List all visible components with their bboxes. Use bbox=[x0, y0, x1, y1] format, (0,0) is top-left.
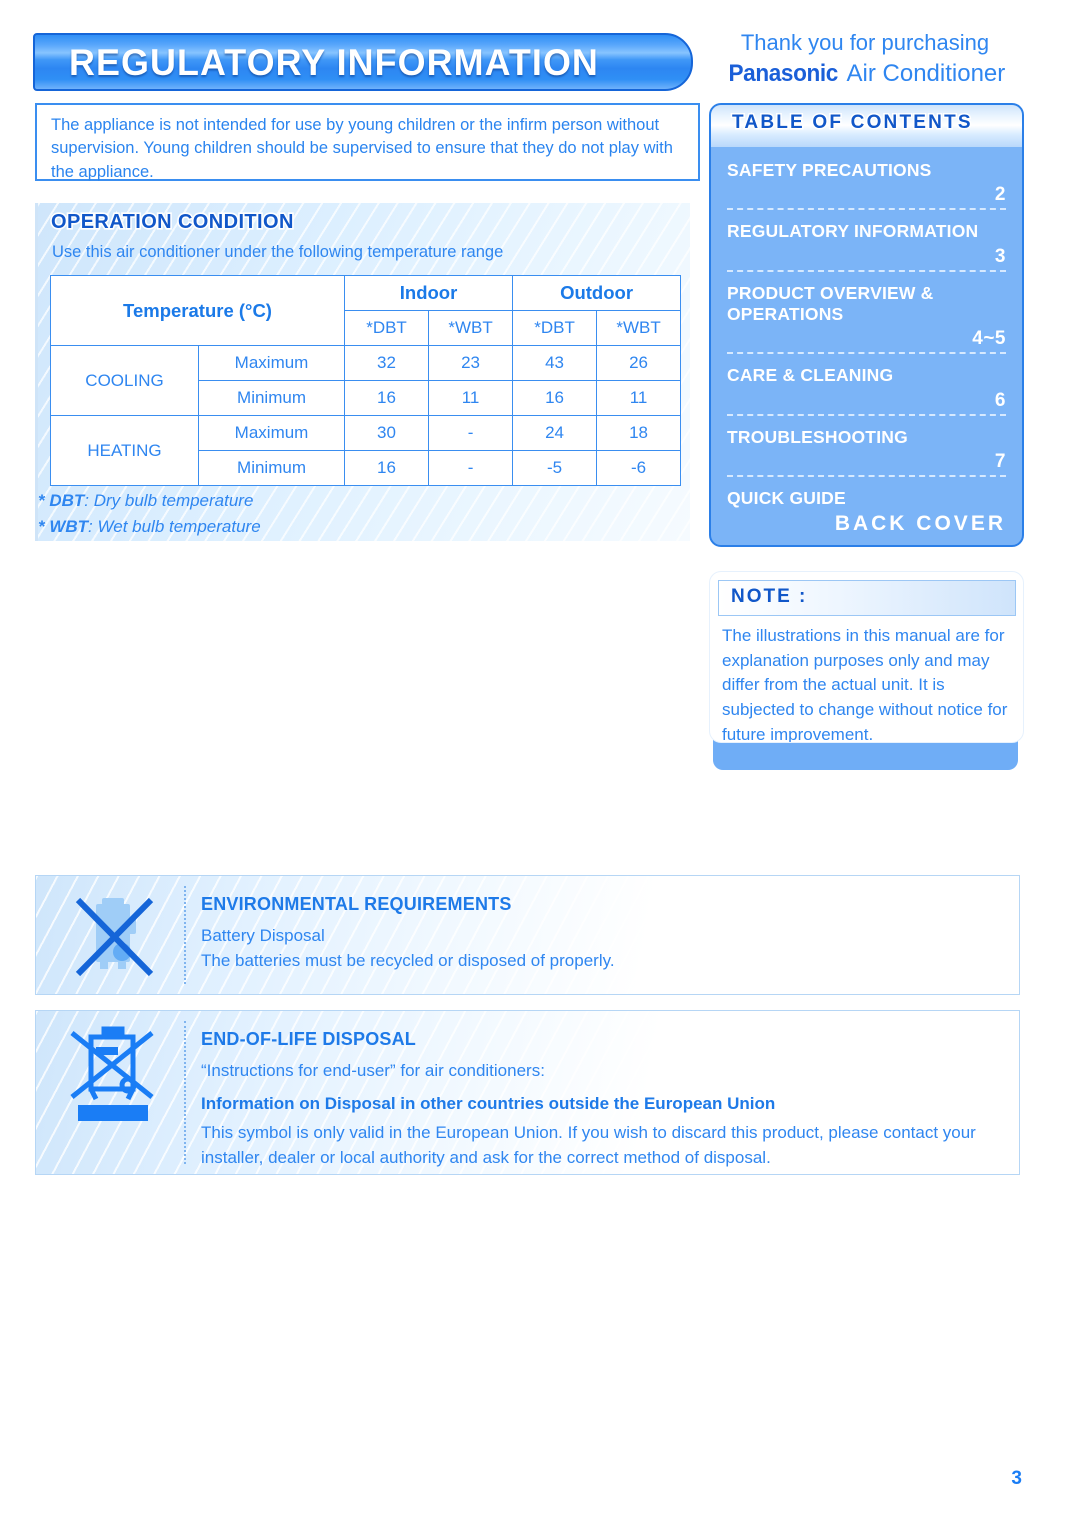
panel-divider bbox=[184, 1021, 186, 1164]
cell: -5 bbox=[512, 450, 598, 486]
warning-text: The appliance is not intended for use by… bbox=[51, 116, 673, 181]
temperature-header: Temperature (°C) bbox=[49, 275, 346, 346]
toc-item-page: 2 bbox=[994, 184, 1006, 206]
operation-condition-subtitle: Use this air conditioner under the follo… bbox=[52, 243, 504, 261]
mode-cooling: COOLING bbox=[50, 345, 199, 416]
note-title: NOTE : bbox=[731, 586, 808, 607]
end-of-life-body: This symbol is only valid in the Europea… bbox=[201, 1123, 976, 1167]
operation-condition-title: OPERATION CONDITION bbox=[49, 209, 295, 234]
toc-item-regulatory-information[interactable]: REGULATORY INFORMATION 3 bbox=[727, 210, 1006, 272]
toc-item-care-cleaning[interactable]: CARE & CLEANING 6 bbox=[727, 354, 1006, 416]
environmental-content: ENVIRONMENTAL REQUIREMENTS Battery Dispo… bbox=[201, 894, 1005, 973]
indoor-header: Indoor bbox=[344, 275, 514, 311]
toc-list: SAFETY PRECAUTIONS 2 REGULATORY INFORMAT… bbox=[711, 149, 1022, 540]
crossed-out-battery-bin-icon bbox=[56, 890, 171, 985]
weee-crossed-out-wheelie-bin-icon bbox=[56, 1019, 171, 1129]
mode-heating: HEATING bbox=[50, 415, 199, 486]
table-footnotes: * DBT: Dry bulb temperature * WBT: Wet b… bbox=[38, 488, 261, 539]
toc-item-page: BACK COVER bbox=[834, 512, 1006, 536]
panel-divider bbox=[184, 886, 186, 984]
cell: 32 bbox=[344, 345, 430, 381]
toc-item-label: SAFETY PRECAUTIONS bbox=[727, 160, 932, 180]
toc-item-page: 6 bbox=[994, 389, 1006, 411]
cell: 11 bbox=[596, 380, 682, 416]
page-title: REGULATORY INFORMATION bbox=[69, 42, 599, 83]
row-label: Minimum bbox=[197, 380, 346, 416]
toc-item-label: CARE & CLEANING bbox=[727, 365, 894, 386]
cell: 24 bbox=[512, 415, 598, 451]
footnote-dbt: * DBT: Dry bulb temperature bbox=[38, 488, 261, 514]
table-header-row: Temperature (°C) Indoor Outdoor bbox=[49, 275, 682, 346]
table-of-contents-panel: TABLE OF CONTENTS SAFETY PRECAUTIONS 2 R… bbox=[709, 103, 1024, 547]
product-name: Air Conditioner bbox=[841, 59, 1006, 87]
cell: -6 bbox=[596, 450, 682, 486]
cell: 11 bbox=[428, 380, 514, 416]
footnote-wbt: * WBT: Wet bulb temperature bbox=[38, 514, 261, 540]
cell: 43 bbox=[512, 345, 598, 381]
toc-item-quick-guide[interactable]: QUICK GUIDE BACK COVER bbox=[727, 477, 1006, 540]
cell: 18 bbox=[596, 415, 682, 451]
environmental-requirements-panel: ENVIRONMENTAL REQUIREMENTS Battery Dispo… bbox=[35, 875, 1020, 995]
toc-item-label: QUICK GUIDE bbox=[727, 488, 846, 509]
outdoor-header: Outdoor bbox=[512, 275, 682, 311]
footnote-meaning: Wet bulb temperature bbox=[92, 516, 261, 536]
table-row: COOLING Maximum 32 23 43 26 bbox=[50, 345, 682, 416]
table-row: HEATING Maximum 30 - 24 18 bbox=[50, 415, 682, 486]
cell: 26 bbox=[596, 345, 682, 381]
note-panel: NOTE : The illustrations in this manual … bbox=[709, 571, 1024, 743]
toc-item-troubleshooting[interactable]: TROUBLESHOOTING 7 bbox=[727, 416, 1006, 478]
thank-you-header: Thank you for purchasing Panasonic Air C… bbox=[700, 30, 1030, 88]
note-text: The illustrations in this manual are for… bbox=[722, 626, 1008, 743]
brand-line: Panasonic Air Conditioner bbox=[700, 59, 1030, 88]
manual-page: REGULATORY INFORMATION Thank you for pur… bbox=[0, 0, 1080, 1532]
end-of-life-line-1: “Instructions for end-user” for air cond… bbox=[201, 1061, 545, 1080]
environmental-title: ENVIRONMENTAL REQUIREMENTS bbox=[201, 894, 512, 914]
end-of-life-content: END-OF-LIFE DISPOSAL “Instructions for e… bbox=[201, 1029, 1005, 1170]
footnote-meaning: Dry bulb temperature bbox=[89, 491, 254, 510]
cell: - bbox=[428, 450, 514, 486]
indoor-dbt-header: *DBT bbox=[344, 310, 430, 346]
end-of-life-title: END-OF-LIFE DISPOSAL bbox=[201, 1029, 416, 1049]
row-label: Minimum bbox=[197, 450, 346, 486]
environmental-line-2: The batteries must be recycled or dispos… bbox=[201, 950, 615, 970]
note-header-bar: NOTE : bbox=[718, 580, 1016, 616]
toc-header-bar: TABLE OF CONTENTS bbox=[711, 105, 1022, 147]
page-title-banner: REGULATORY INFORMATION bbox=[33, 33, 693, 91]
toc-item-page: 4~5 bbox=[972, 328, 1006, 350]
footnote-abbr: * DBT bbox=[38, 491, 85, 510]
cell: 16 bbox=[344, 450, 430, 486]
outdoor-dbt-header: *DBT bbox=[512, 310, 598, 346]
cell: 16 bbox=[344, 380, 430, 416]
temperature-range-table: Temperature (°C) Indoor Outdoor *DBT *WB… bbox=[49, 275, 682, 486]
footnote-abbr: * WBT bbox=[38, 516, 89, 536]
cell: - bbox=[428, 415, 514, 451]
toc-item-label: PRODUCT OVERVIEW & OPERATIONS bbox=[727, 282, 934, 325]
toc-item-product-overview-operations[interactable]: PRODUCT OVERVIEW & OPERATIONS 4~5 bbox=[727, 272, 1006, 355]
end-of-life-disposal-panel: END-OF-LIFE DISPOSAL “Instructions for e… bbox=[35, 1010, 1020, 1175]
row-label: Maximum bbox=[197, 345, 346, 381]
toc-item-page: 3 bbox=[994, 245, 1006, 267]
indoor-wbt-header: *WBT bbox=[428, 310, 514, 346]
environmental-line-1: Battery Disposal bbox=[201, 926, 325, 945]
thanks-line: Thank you for purchasing bbox=[740, 30, 990, 55]
cell: 30 bbox=[344, 415, 430, 451]
cell: 23 bbox=[428, 345, 514, 381]
end-of-life-bold-line: Information on Disposal in other countri… bbox=[201, 1093, 776, 1113]
cell: 16 bbox=[512, 380, 598, 416]
toc-item-page: 7 bbox=[994, 451, 1006, 473]
outdoor-wbt-header: *WBT bbox=[596, 310, 682, 346]
toc-item-safety-precautions[interactable]: SAFETY PRECAUTIONS 2 bbox=[727, 149, 1006, 211]
toc-item-label: TROUBLESHOOTING bbox=[727, 426, 908, 447]
warning-box: The appliance is not intended for use by… bbox=[35, 103, 700, 181]
panasonic-logo-text: Panasonic bbox=[728, 59, 838, 87]
toc-item-label: REGULATORY INFORMATION bbox=[727, 221, 979, 242]
row-label: Maximum bbox=[197, 415, 346, 451]
toc-title: TABLE OF CONTENTS bbox=[731, 111, 973, 135]
page-number: 3 bbox=[1011, 1468, 1022, 1489]
